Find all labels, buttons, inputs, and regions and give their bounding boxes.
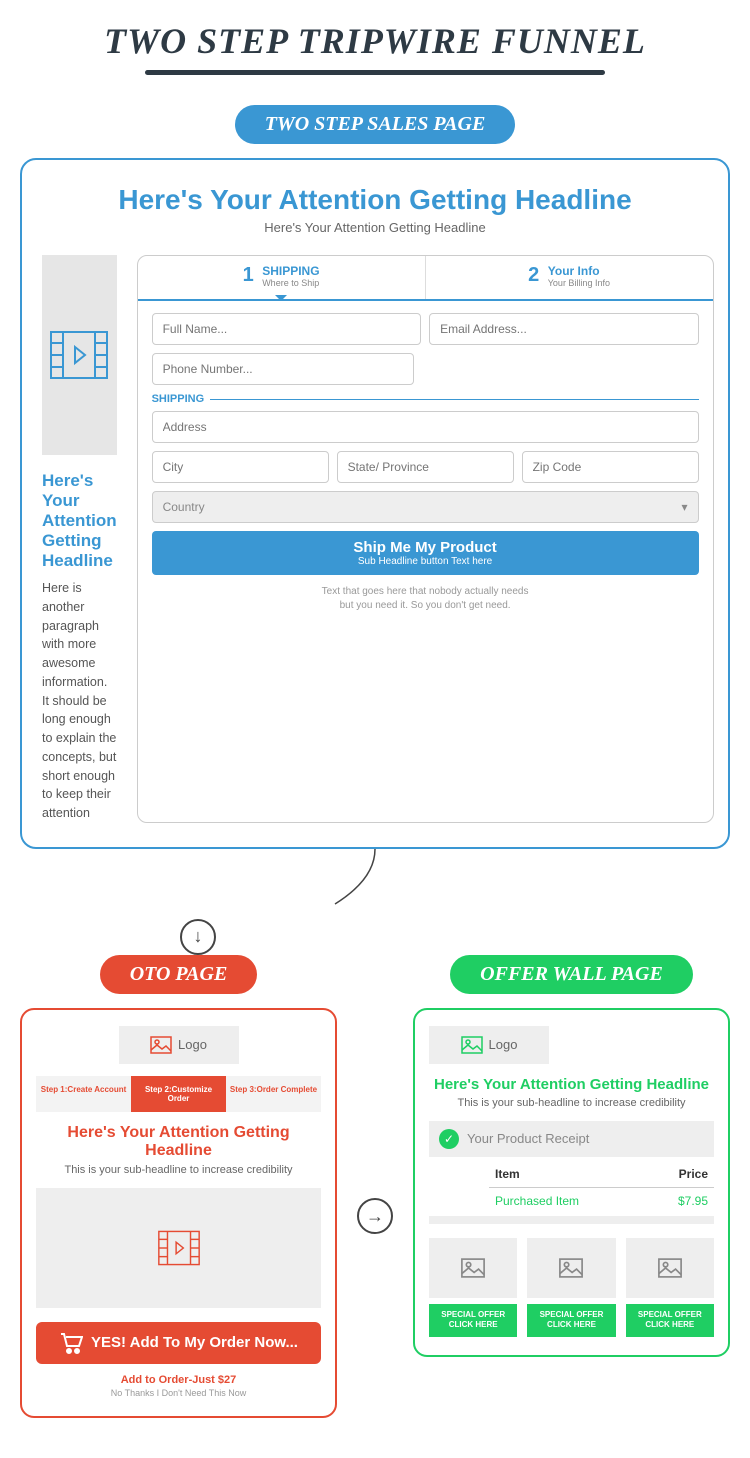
sales-page-pill: TWO STEP SALES PAGE (235, 105, 516, 144)
state-input[interactable] (337, 451, 514, 483)
video-placeholder[interactable] (42, 255, 117, 455)
offerwall-headline: Here's Your Attention Getting Headline (429, 1076, 714, 1093)
left-headline: Here's Your Attention Getting Headline (42, 471, 117, 571)
oto-pill: OTO PAGE (100, 955, 258, 994)
page-title: TWO STEP TRIPWIRE FUNNEL (0, 20, 750, 62)
film-play-icon (157, 1230, 201, 1266)
ship-button-sub: Sub Headline button Text here (160, 556, 691, 567)
country-value: Country (163, 500, 205, 514)
step-2[interactable]: Step 2:Customize Order (131, 1076, 226, 1112)
email-input[interactable] (429, 313, 699, 345)
left-paragraph: Here is another paragraph with more awes… (42, 579, 117, 823)
divider (429, 1216, 714, 1224)
oto-panel: Logo Step 1:Create Account Step 2:Custom… (20, 1008, 337, 1418)
image-icon (150, 1036, 172, 1054)
offer-item: SPECIAL OFFERCLICK HERE (527, 1238, 615, 1337)
address-input[interactable] (152, 411, 699, 443)
ship-button-title: Ship Me My Product (160, 539, 691, 556)
offer-button[interactable]: SPECIAL OFFERCLICK HERE (429, 1304, 517, 1337)
check-icon: ✓ (439, 1129, 459, 1149)
logo-placeholder: Logo (429, 1026, 549, 1064)
step-3[interactable]: Step 3:Order Complete (226, 1076, 321, 1112)
receipt-bar: ✓ Your Product Receipt (429, 1121, 714, 1157)
arrow-right-icon: → (357, 1198, 393, 1234)
sales-headline: Here's Your Attention Getting Headline (42, 184, 708, 216)
tab-number: 1 (243, 264, 254, 287)
ship-button[interactable]: Ship Me My Product Sub Headline button T… (152, 531, 699, 575)
table-header: ItemPrice (489, 1167, 714, 1188)
offerwall-sub: This is your sub-headline to increase cr… (429, 1097, 714, 1109)
offer-button[interactable]: SPECIAL OFFERCLICK HERE (527, 1304, 615, 1337)
chevron-down-icon: ▾ (682, 500, 688, 514)
oto-video-placeholder[interactable] (36, 1188, 321, 1308)
offerwall-pill: OFFER WALL PAGE (450, 955, 693, 994)
receipt-label: Your Product Receipt (467, 1131, 589, 1146)
add-order-text[interactable]: Add to Order-Just $27 (36, 1374, 321, 1386)
offer-image (429, 1238, 517, 1298)
table-row: Purchased Item$7.95 (489, 1194, 714, 1216)
order-form: 1 SHIPPINGWhere to Ship 2 Your InfoYour … (137, 255, 714, 823)
step-tabs: Step 1:Create Account Step 2:Customize O… (36, 1076, 321, 1112)
film-play-icon (49, 330, 109, 380)
flow-connector (0, 849, 750, 919)
step-1[interactable]: Step 1:Create Account (36, 1076, 131, 1112)
tab-title: SHIPPING (262, 264, 319, 278)
image-icon (460, 1258, 486, 1278)
oto-sub: This is your sub-headline to increase cr… (36, 1164, 321, 1176)
sales-page-panel: Here's Your Attention Getting Headline H… (20, 158, 730, 849)
cta-label: YES! Add To My Order Now... (91, 1334, 298, 1351)
city-input[interactable] (152, 451, 329, 483)
offer-item: SPECIAL OFFERCLICK HERE (429, 1238, 517, 1337)
shipping-label: SHIPPING (152, 393, 699, 405)
disclaimer: Text that goes here that nobody actually… (152, 585, 699, 613)
sales-subheadline: Here's Your Attention Getting Headline (42, 220, 708, 235)
tab-your-info[interactable]: 2 Your InfoYour Billing Info (425, 256, 713, 299)
offer-item: SPECIAL OFFERCLICK HERE (626, 1238, 714, 1337)
image-icon (558, 1258, 584, 1278)
offer-image (527, 1238, 615, 1298)
phone-input[interactable] (152, 353, 415, 385)
arrow-down-icon: ↓ (180, 919, 216, 955)
image-icon (657, 1258, 683, 1278)
no-thanks-link[interactable]: No Thanks I Don't Need This Now (36, 1388, 321, 1398)
country-select[interactable]: Country ▾ (152, 491, 699, 523)
zip-input[interactable] (522, 451, 699, 483)
offerwall-panel: Logo Here's Your Attention Getting Headl… (413, 1008, 730, 1357)
image-icon (461, 1036, 483, 1054)
tab-number: 2 (528, 264, 539, 287)
oto-headline: Here's Your Attention Getting Headline (36, 1124, 321, 1160)
tab-sub: Your Billing Info (548, 278, 610, 288)
tab-sub: Where to Ship (262, 278, 319, 288)
add-to-order-button[interactable]: YES! Add To My Order Now... (36, 1322, 321, 1364)
offer-button[interactable]: SPECIAL OFFERCLICK HERE (626, 1304, 714, 1337)
offer-image (626, 1238, 714, 1298)
tab-title: Your Info (548, 264, 610, 278)
title-underline (145, 70, 605, 75)
fullname-input[interactable] (152, 313, 422, 345)
tab-shipping[interactable]: 1 SHIPPINGWhere to Ship (138, 256, 425, 299)
logo-placeholder: Logo (119, 1026, 239, 1064)
cart-icon (59, 1332, 83, 1354)
